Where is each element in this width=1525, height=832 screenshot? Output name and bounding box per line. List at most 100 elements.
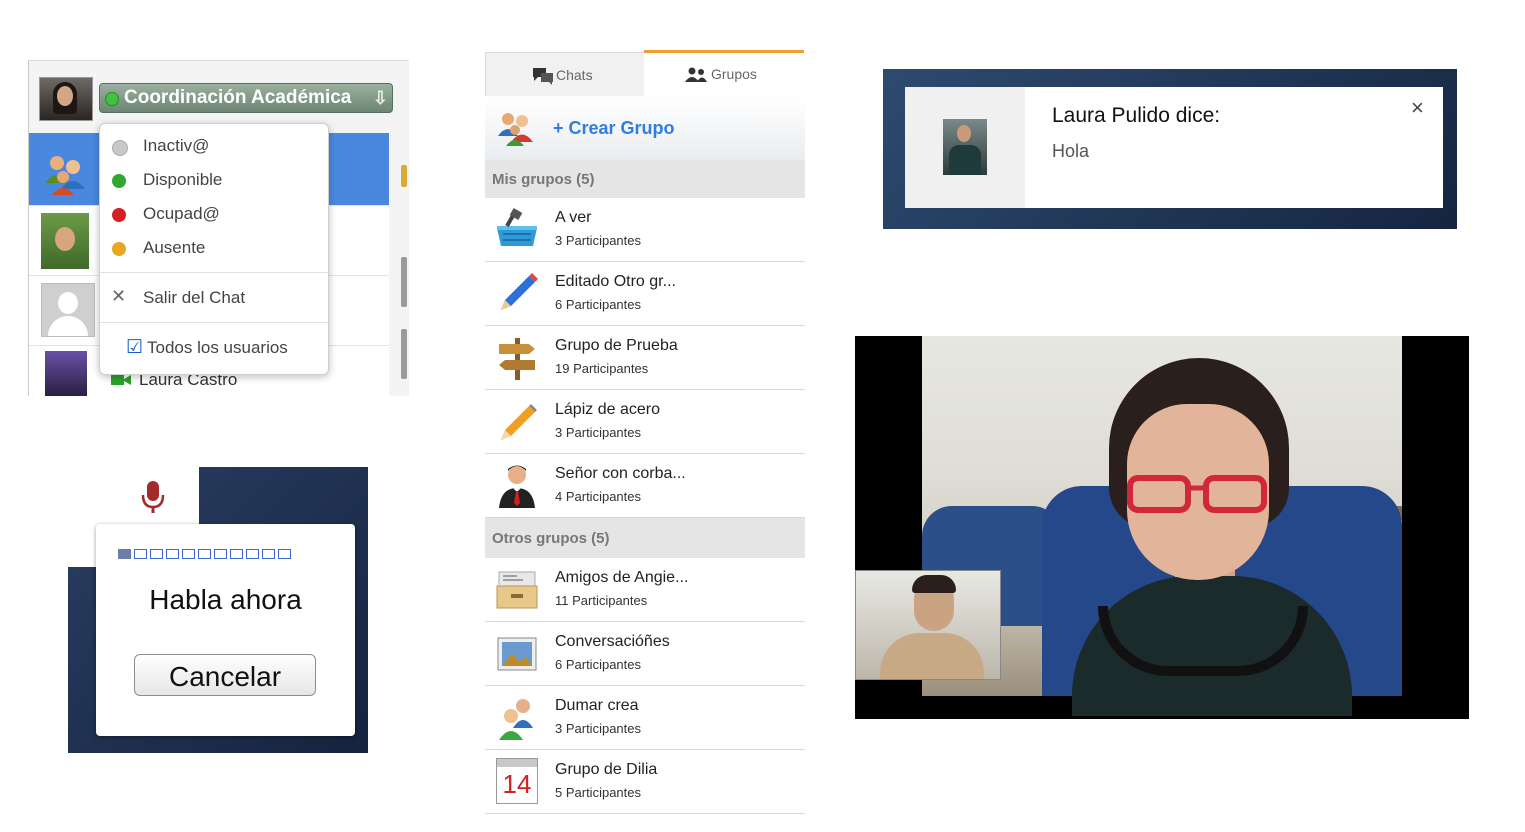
- speak-now-prompt: Habla ahora: [149, 584, 302, 615]
- calendar-day: 14: [502, 769, 532, 799]
- group-name: Conversacióñes: [555, 633, 670, 650]
- arrow-down-icon: ⇩: [372, 88, 388, 108]
- default-avatar-icon: [41, 283, 95, 337]
- group-participants: 6 Participantes: [555, 657, 641, 672]
- group-item[interactable]: Amigos de Angie... 11 Participantes: [485, 558, 805, 622]
- create-group-button[interactable]: + Crear Grupo: [485, 96, 805, 161]
- busy-icon: [112, 208, 126, 222]
- groups-panel: Chats Grupos + Crear Grupo Mis grupos (5…: [485, 50, 805, 820]
- group-name: Señor con corba...: [555, 465, 686, 482]
- close-icon[interactable]: ×: [1411, 95, 1424, 121]
- checkmark-icon: ☑: [126, 337, 144, 358]
- group-item[interactable]: Grupo de Prueba 19 Participantes: [485, 326, 805, 390]
- notification-avatar-area: [905, 87, 1025, 208]
- self-video-preview[interactable]: [855, 570, 1001, 680]
- meter-segment: [182, 549, 195, 559]
- all-users-label: Todos los usuarios: [147, 338, 288, 357]
- create-group-icon: [498, 113, 533, 146]
- meter-segment: [198, 549, 211, 559]
- group-name: Grupo de Prueba: [555, 337, 678, 354]
- meter-segment: [230, 549, 243, 559]
- group-item[interactable]: Dumar crea 3 Participantes: [485, 686, 805, 750]
- leave-chat-item[interactable]: ✕ Salir del Chat: [100, 282, 328, 314]
- all-users-checkbox[interactable]: ☑ Todos los usuarios: [100, 332, 328, 364]
- status-dropdown-button[interactable]: Coordinación Académica ⇩: [99, 83, 393, 113]
- notification-panel: Laura Pulido dice: Hola ×: [883, 69, 1457, 229]
- group-name: Dumar crea: [555, 697, 639, 714]
- tab-grupos[interactable]: Grupos: [644, 50, 804, 97]
- basket-icon: [497, 208, 537, 246]
- cancel-button[interactable]: Cancelar: [134, 654, 316, 696]
- notification-message: Hola: [1052, 141, 1090, 161]
- section-title: Otros grupos (5): [492, 530, 610, 547]
- status-option-busy[interactable]: Ocupad@: [100, 198, 328, 230]
- meter-segment: [134, 549, 147, 559]
- status-panel: Coordinación Académica ⇩ Laura Castro In…: [28, 60, 409, 396]
- picture-icon: [497, 637, 537, 671]
- group-name: Grupo de Dilia: [555, 761, 658, 778]
- group-participants: 3 Participantes: [555, 425, 641, 440]
- meter-segment: [118, 549, 131, 559]
- group-participants: 11 Participantes: [555, 593, 648, 608]
- leave-chat-label: Salir del Chat: [143, 288, 246, 307]
- users-icon: [499, 699, 533, 740]
- status-online-icon: [105, 92, 119, 106]
- group-participants: 19 Participantes: [555, 361, 649, 376]
- video-call-panel: [855, 336, 1469, 719]
- voice-dialog: Habla ahora Cancelar: [96, 524, 355, 736]
- group-item[interactable]: A ver 3 Participantes: [485, 198, 805, 262]
- drawer-icon: [496, 571, 538, 609]
- available-icon: [112, 174, 126, 188]
- pencil-orange-icon: [501, 404, 537, 440]
- menu-divider: [100, 322, 328, 323]
- group-participants: 3 Participantes: [555, 233, 641, 248]
- close-icon: ✕: [111, 286, 127, 306]
- meter-segment: [214, 549, 227, 559]
- notification-card[interactable]: Laura Pulido dice: Hola ×: [905, 87, 1443, 208]
- calendar-icon: 14: [496, 758, 538, 804]
- away-icon: [112, 242, 126, 256]
- scroll-indicator: [401, 165, 407, 187]
- status-option-label: Ocupad@: [143, 204, 220, 223]
- group-participants: 6 Participantes: [555, 297, 641, 312]
- group-participants: 3 Participantes: [555, 721, 641, 736]
- signpost-icon: [499, 338, 535, 380]
- scrollbar-thumb[interactable]: [401, 329, 407, 379]
- status-option-away[interactable]: Ausente: [100, 232, 328, 264]
- sender-avatar: [943, 119, 987, 175]
- meter-segment: [278, 549, 291, 559]
- user-avatar[interactable]: [39, 77, 93, 121]
- group-item[interactable]: Conversacióñes 6 Participantes: [485, 622, 805, 686]
- tab-label: Chats: [556, 67, 593, 83]
- group-icon: [685, 67, 707, 82]
- meter-segment: [150, 549, 163, 559]
- meter-segment: [166, 549, 179, 559]
- group-item[interactable]: Señor con corba... 4 Participantes: [485, 454, 805, 518]
- status-option-inactive[interactable]: Inactiv@: [100, 130, 328, 162]
- other-groups-header: Otros grupos (5): [485, 518, 805, 559]
- status-option-available[interactable]: Disponible: [100, 164, 328, 196]
- status-option-label: Ausente: [143, 238, 206, 257]
- glasses: [1127, 475, 1267, 513]
- group-name: A ver: [555, 209, 592, 226]
- audio-level-meter: [118, 549, 291, 563]
- status-option-label: Disponible: [143, 170, 223, 189]
- contact-avatar: [45, 351, 87, 396]
- meter-segment: [262, 549, 275, 559]
- scrollbar-thumb[interactable]: [401, 257, 407, 307]
- tab-chats[interactable]: Chats: [485, 52, 645, 97]
- group-item[interactable]: Editado Otro gr... 6 Participantes: [485, 262, 805, 326]
- contact-avatar: [41, 213, 89, 269]
- inactive-icon: [112, 140, 128, 156]
- chat-bubbles-icon: [533, 68, 553, 85]
- notification-title: Laura Pulido dice:: [1052, 104, 1221, 127]
- meter-segment: [246, 549, 259, 559]
- pencil-icon: [501, 273, 538, 310]
- group-item[interactable]: Lápiz de acero 3 Participantes: [485, 390, 805, 454]
- tab-bar: Chats Grupos: [485, 50, 805, 97]
- create-group-label: + Crear Grupo: [553, 118, 675, 138]
- section-title: Mis grupos (5): [492, 171, 595, 188]
- status-menu: Inactiv@ Disponible Ocupad@ Ausente ✕ Sa…: [99, 123, 329, 375]
- group-item[interactable]: 14 Grupo de Dilia 5 Participantes: [485, 750, 805, 814]
- group-people-icon: [45, 156, 85, 195]
